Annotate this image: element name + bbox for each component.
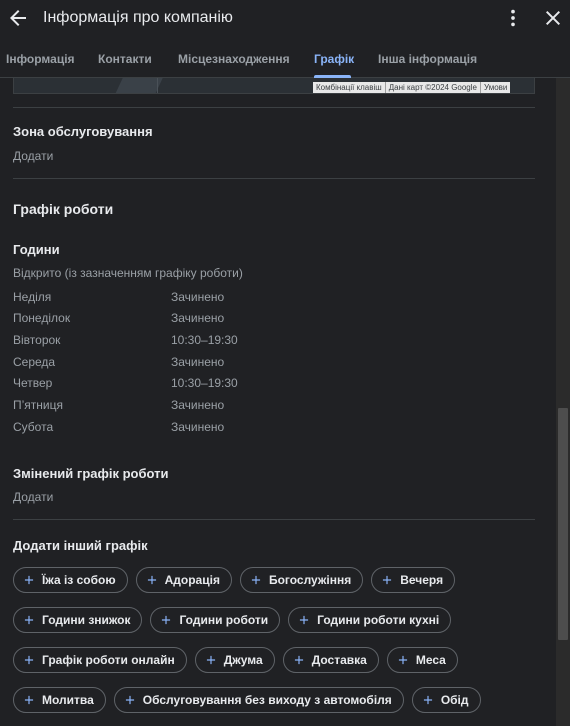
plus-icon xyxy=(251,575,261,585)
tab-location[interactable]: Місцезнаходження xyxy=(178,52,290,66)
day-label: Вівторок xyxy=(13,333,61,347)
day-hours: Зачинено xyxy=(171,420,225,434)
tab-more-info[interactable]: Інша інформація xyxy=(378,52,477,66)
divider xyxy=(13,107,535,108)
chip-label: Години роботи кухні xyxy=(317,613,440,627)
hours-row: Неділя Зачинено xyxy=(13,290,313,306)
chip-label: Адорація xyxy=(164,573,220,587)
chip-label: Вечеря xyxy=(400,573,444,587)
chip-row: Години знижок Години роботи Години робот… xyxy=(13,607,543,633)
plus-icon xyxy=(294,655,303,665)
chip-row: Графік роботи онлайн Джума Доставка Меса xyxy=(13,647,543,673)
header: Інформація про компанію xyxy=(0,0,570,38)
map-area xyxy=(115,78,163,93)
scrollbar-thumb[interactable] xyxy=(558,408,568,640)
more-hours-chips: Їжа із собою Адорація Богослужіння Вечер… xyxy=(13,567,543,726)
hours-row: Понеділок Зачинено xyxy=(13,311,313,327)
day-hours: Зачинено xyxy=(171,290,225,304)
map-attribution: Комбінації клавіш Дані карт ©2024 Google… xyxy=(313,82,511,93)
add-hours-chip[interactable]: Вечеря xyxy=(371,567,456,593)
add-hours-chip[interactable]: Доставка xyxy=(282,647,379,673)
add-special-hours-link[interactable]: Додати xyxy=(13,490,53,504)
service-area-title: Зона обслуговування xyxy=(13,124,153,139)
chip-label: Молитва xyxy=(42,693,94,707)
special-hours-title: Змінений графік роботи xyxy=(13,466,169,481)
day-label: Середа xyxy=(13,355,56,369)
add-hours-chip[interactable]: Години роботи xyxy=(150,607,281,633)
hours-status: Відкрито (із зазначенням графіку роботи) xyxy=(13,266,243,280)
plus-icon xyxy=(398,655,407,665)
plus-icon xyxy=(24,695,34,705)
plus-icon xyxy=(24,575,34,585)
terms-link[interactable]: Умови xyxy=(479,82,510,93)
day-label: Субота xyxy=(13,420,54,434)
add-hours-chip[interactable]: Години роботи кухні xyxy=(288,607,452,633)
add-hours-chip[interactable]: Богослужіння xyxy=(239,567,364,593)
plus-icon xyxy=(147,575,156,585)
add-hours-chip[interactable]: Адорація xyxy=(135,567,232,593)
plus-icon xyxy=(423,695,432,705)
hours-row: П’ятниця Зачинено xyxy=(13,398,313,414)
day-label: П’ятниця xyxy=(13,398,63,412)
plus-icon xyxy=(206,655,215,665)
back-arrow-icon[interactable] xyxy=(6,6,30,30)
close-icon[interactable] xyxy=(541,6,565,30)
add-hours-chip[interactable]: Меса xyxy=(386,647,458,673)
add-service-area-link[interactable]: Додати xyxy=(13,149,53,163)
day-hours: 10:30–19:30 xyxy=(171,376,238,390)
plus-icon xyxy=(24,615,34,625)
plus-icon xyxy=(24,655,34,665)
chip-label: Богослужіння xyxy=(268,573,352,587)
day-label: Неділя xyxy=(13,290,52,304)
divider xyxy=(13,178,535,179)
scrollbar[interactable] xyxy=(556,78,570,726)
hours-title[interactable]: Години xyxy=(13,242,60,257)
day-label: Понеділок xyxy=(13,311,71,325)
more-hours-title: Додати інший графік xyxy=(13,538,148,553)
chip-label: Обслуговування без виходу з автомобіля xyxy=(142,693,392,707)
add-hours-chip[interactable]: Джума xyxy=(194,647,275,673)
tab-bar: Інформація Контакти Місцезнаходження Гра… xyxy=(0,38,570,78)
schedule-title: Графік роботи xyxy=(13,201,114,217)
more-vert-icon[interactable] xyxy=(502,6,524,30)
tab-schedule[interactable]: Графік xyxy=(314,52,354,66)
day-hours: Зачинено xyxy=(171,355,225,369)
add-hours-chip[interactable]: Обслуговування без виходу з автомобіля xyxy=(113,687,404,713)
chip-row: Молитва Обслуговування без виходу з авто… xyxy=(13,687,543,713)
chip-label: Обід xyxy=(440,693,469,707)
day-hours: Зачинено xyxy=(171,311,225,325)
hours-row: Субота Зачинено xyxy=(13,420,313,436)
chip-label: Джума xyxy=(223,653,263,667)
chip-label: Години знижок xyxy=(42,613,131,627)
divider xyxy=(13,519,535,520)
chip-label: Їжа із собою xyxy=(42,573,116,587)
day-label: Четвер xyxy=(13,376,53,390)
hours-row: Середа Зачинено xyxy=(13,355,313,371)
hours-row: Вівторок 10:30–19:30 xyxy=(13,333,313,349)
chip-label: Години роботи xyxy=(179,613,269,627)
chip-label: Доставка xyxy=(311,653,367,667)
hours-row: Четвер 10:30–19:30 xyxy=(13,376,313,392)
chip-row: Їжа із собою Адорація Богослужіння Вечер… xyxy=(13,567,543,593)
add-hours-chip[interactable]: Графік роботи онлайн xyxy=(13,647,187,673)
keyboard-shortcuts-link[interactable]: Комбінації клавіш xyxy=(313,82,385,93)
page-title: Інформація про компанію xyxy=(43,9,233,26)
chip-label: Меса xyxy=(415,653,446,667)
tab-contacts[interactable]: Контакти xyxy=(98,52,152,66)
plus-icon xyxy=(125,695,134,705)
plus-icon xyxy=(162,615,171,625)
tab-info[interactable]: Інформація xyxy=(6,52,75,66)
chip-label: Графік роботи онлайн xyxy=(42,653,175,667)
day-hours: Зачинено xyxy=(171,398,225,412)
plus-icon xyxy=(383,575,392,585)
add-hours-chip[interactable]: Обід xyxy=(411,687,481,713)
day-hours: 10:30–19:30 xyxy=(171,333,238,347)
add-hours-chip[interactable]: Молитва xyxy=(13,687,106,713)
add-hours-chip[interactable]: Їжа із собою xyxy=(13,567,128,593)
plus-icon xyxy=(300,615,309,625)
add-hours-chip[interactable]: Години знижок xyxy=(13,607,143,633)
map-data-credit: Дані карт ©2024 Google xyxy=(384,82,480,93)
map-road xyxy=(157,78,158,93)
